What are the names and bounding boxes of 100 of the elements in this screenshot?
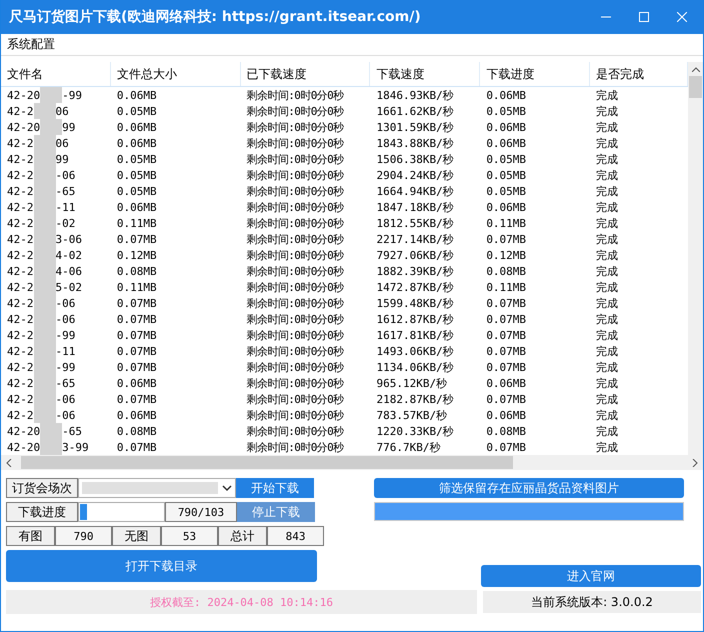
- table-cell: 42-20: [7, 424, 40, 438]
- table-cell-text: 0.05MB: [116, 168, 158, 182]
- table-cell: 99: [62, 120, 76, 134]
- table-cell: 42-2: [7, 344, 34, 358]
- close-icon[interactable]: [677, 12, 687, 22]
- table-cell-text: 1493.06KB/秒: [375, 344, 455, 358]
- table-cell-text: 0.07MB: [485, 344, 528, 358]
- stat-value: 843: [267, 526, 324, 546]
- table-cell-text: 0.07MB: [116, 360, 158, 374]
- table-cell-text: 0.05MB: [485, 152, 528, 166]
- table-cell-text: 0.08MB: [485, 424, 528, 438]
- table-cell: 42-2: [7, 216, 34, 230]
- table-cell-text: 完成: [595, 152, 620, 166]
- scrollbar-thumb[interactable]: [689, 76, 702, 98]
- table-cell-text: 0.11MB: [485, 216, 528, 230]
- scrollbar-thumb[interactable]: [21, 456, 513, 469]
- horizontal-scrollbar[interactable]: [1, 455, 703, 470]
- open-folder-button[interactable]: 打开下载目录: [6, 550, 317, 582]
- table-cell-text: 完成: [595, 104, 620, 118]
- table-cell-text: 1472.87KB/秒: [375, 280, 455, 294]
- table-cell-text: 0.07MB: [116, 440, 158, 454]
- table-cell-text: 完成: [595, 136, 620, 150]
- table-cell-text: 0.08MB: [116, 264, 158, 278]
- table-cell-text: 0.12MB: [485, 248, 528, 262]
- dropdown-caret-icon[interactable]: [222, 484, 232, 492]
- table-cell-text: 2182.87KB/秒: [375, 392, 455, 406]
- table-cell: 4-02: [56, 248, 82, 262]
- column-header[interactable]: 下载速度: [370, 62, 480, 86]
- table-cell: 42-2: [7, 392, 34, 406]
- table-cell-text: 0.05MB: [116, 104, 158, 118]
- table-cell: -99: [62, 88, 82, 102]
- progress-label: 下载进度: [6, 502, 78, 522]
- table-cell-text: 0.06MB: [485, 200, 528, 214]
- table-cell: 42-2: [7, 232, 34, 246]
- table-cell-text: 1612.87KB/秒: [375, 312, 455, 326]
- table-cell-text: 0.05MB: [485, 168, 528, 182]
- start-download-button[interactable]: 开始下载: [236, 478, 314, 498]
- table-cell-text: 完成: [595, 408, 620, 422]
- table-cell-text: 0.07MB: [485, 328, 528, 342]
- table-cell-text: 0.08MB: [116, 424, 158, 438]
- table-cell-text: 完成: [595, 312, 620, 326]
- table-cell-text: 完成: [595, 184, 620, 198]
- vertical-scrollbar[interactable]: [688, 62, 703, 455]
- column-header[interactable]: 文件名: [1, 62, 111, 86]
- table-cell-text: 2904.24KB/秒: [375, 168, 455, 182]
- table-cell-text: 完成: [595, 88, 620, 102]
- scroll-right-icon[interactable]: [691, 458, 699, 466]
- scroll-left-icon[interactable]: [5, 458, 13, 466]
- table-cell-text: 0.07MB: [485, 312, 528, 326]
- table-cell-text: 完成: [595, 280, 620, 294]
- table-cell: -65: [56, 184, 76, 198]
- table-cell-text: 剩余时间:0时0分0秒: [246, 392, 345, 406]
- table-cell-text: 剩余时间:0时0分0秒: [246, 136, 345, 150]
- table-cell-text: 0.05MB: [116, 184, 158, 198]
- table-cell-text: 剩余时间:0时0分0秒: [246, 312, 345, 326]
- table-cell-text: 0.07MB: [485, 232, 528, 246]
- table-cell-text: 0.07MB: [485, 440, 528, 454]
- column-header[interactable]: 文件总大小: [110, 62, 241, 86]
- menu-item[interactable]: 系统配置: [7, 36, 55, 53]
- table-cell-text: 0.06MB: [116, 88, 158, 102]
- column-header[interactable]: 已下载速度: [240, 62, 370, 86]
- table-cell: 42-2: [7, 152, 34, 166]
- stat-label: 无图: [112, 526, 162, 546]
- table-cell: 42-2: [7, 408, 34, 422]
- table-cell: 06: [56, 136, 69, 150]
- table-cell: 42-2: [7, 200, 34, 214]
- table-cell: 99: [56, 152, 69, 166]
- table-cell-text: 1846.93KB/秒: [375, 88, 455, 102]
- table-cell: -11: [56, 200, 76, 214]
- filter-button[interactable]: 筛选保留存在应丽晶货品资料图片: [374, 478, 684, 498]
- table-cell-text: 剩余时间:0时0分0秒: [246, 120, 345, 134]
- scroll-up-icon[interactable]: [692, 67, 700, 72]
- table-cell-text: 0.11MB: [116, 280, 158, 294]
- table-cell-text: 1220.33KB/秒: [375, 424, 455, 438]
- table-cell: -06: [56, 392, 76, 406]
- table-cell-text: 剩余时间:0时0分0秒: [246, 440, 345, 454]
- table-cell-text: 0.08MB: [485, 264, 528, 278]
- table-cell: 42-2: [7, 360, 34, 374]
- table-cell-text: 0.05MB: [116, 152, 158, 166]
- website-button[interactable]: 进入官网: [481, 565, 701, 587]
- table-cell-text: 1812.55KB/秒: [375, 216, 455, 230]
- table-cell-text: 0.07MB: [116, 312, 158, 326]
- table-cell-text: 0.05MB: [485, 104, 528, 118]
- table-cell-text: 完成: [595, 232, 620, 246]
- maximize-icon[interactable]: [639, 12, 649, 22]
- table-cell-text: 0.06MB: [485, 120, 528, 134]
- table-cell-text: 0.07MB: [116, 392, 158, 406]
- license-text: 授权截至: 2024-04-08 10:14:16: [150, 594, 334, 610]
- table-cell-text: 1664.94KB/秒: [375, 184, 455, 198]
- column-header[interactable]: 下载进度: [480, 62, 590, 86]
- table-cell-text: 剩余时间:0时0分0秒: [246, 248, 345, 262]
- table-cell-text: 剩余时间:0时0分0秒: [246, 296, 345, 310]
- table-cell: 42-20: [7, 120, 40, 134]
- table-cell-text: 完成: [595, 376, 620, 390]
- table-cell-text: 剩余时间:0时0分0秒: [246, 280, 345, 294]
- table-cell-text: 0.12MB: [116, 248, 158, 262]
- table-cell-text: 0.06MB: [116, 136, 158, 150]
- table-cell-text: 0.07MB: [485, 392, 528, 406]
- table-cell-text: 完成: [595, 440, 620, 454]
- stat-value: 53: [161, 526, 218, 546]
